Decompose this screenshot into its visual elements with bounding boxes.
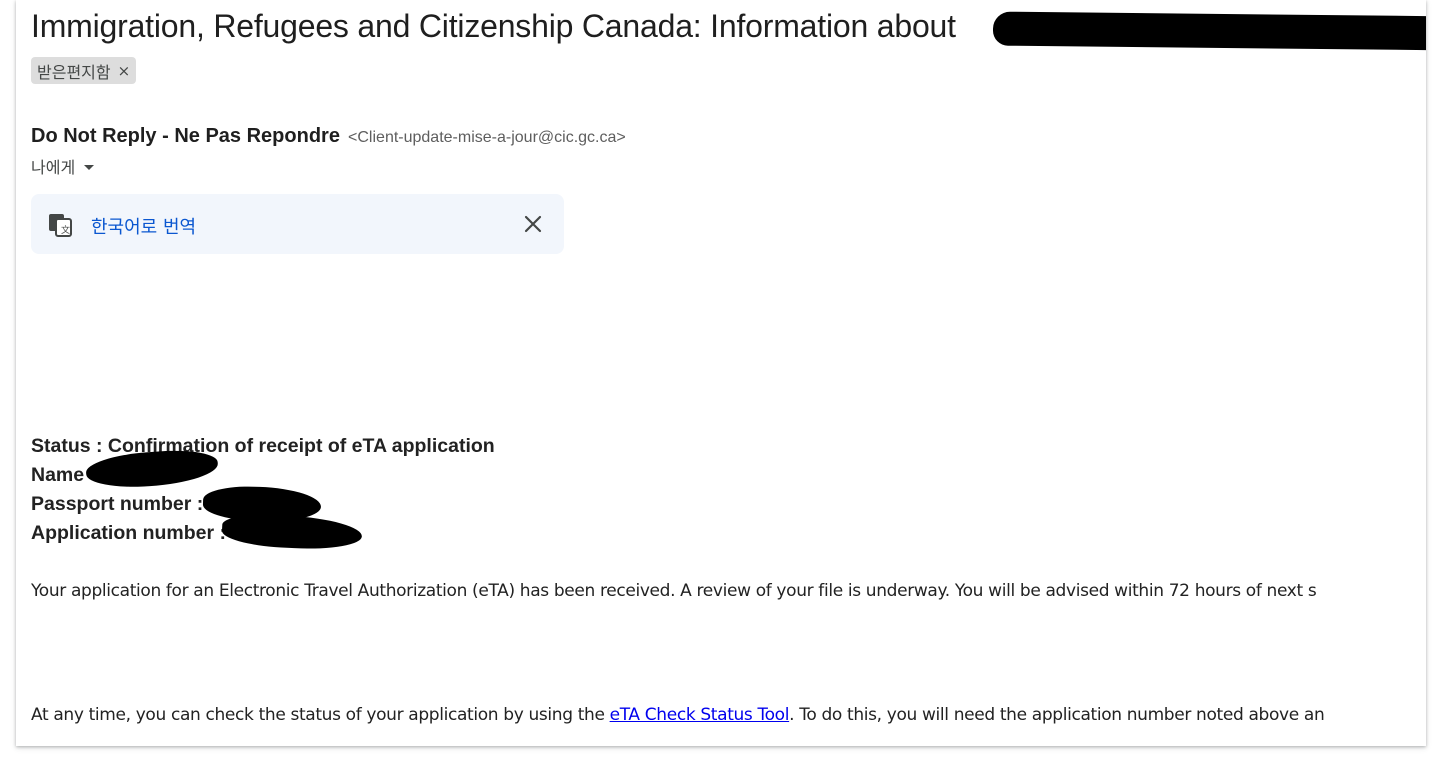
email-subject: Immigration, Refugees and Citizenship Ca… — [31, 8, 956, 45]
svg-text:文: 文 — [61, 224, 70, 236]
translate-banner: G 文 한국어로 번역 — [31, 194, 564, 254]
email-view: Immigration, Refugees and Citizenship Ca… — [16, 0, 1426, 746]
chevron-down-icon[interactable] — [84, 164, 95, 170]
status-line: Status : Confirmation of receipt of eTA … — [31, 435, 495, 457]
subject-redaction — [992, 11, 1426, 51]
label-chip-text: 받은편지함 — [37, 62, 111, 82]
label-chip-inbox[interactable]: 받은편지함 × — [31, 57, 137, 84]
subject-text: Immigration, Refugees and Citizenship Ca… — [31, 8, 956, 44]
paragraph-text: Your application for an Electronic Trave… — [31, 581, 1317, 601]
close-icon[interactable] — [521, 212, 545, 236]
paragraph-text: . To do this, you will need the applicat… — [789, 705, 1325, 725]
recipient-text: 나에게 — [31, 158, 76, 177]
body-paragraph-received: Your application for an Electronic Trave… — [31, 581, 1317, 601]
translate-link[interactable]: 한국어로 번역 — [91, 213, 196, 239]
translate-icon: G 文 — [49, 214, 72, 237]
sender-line: Do Not Reply - Ne Pas Repondre <Client-u… — [31, 125, 626, 148]
eta-check-status-link[interactable]: eTA Check Status Tool — [610, 705, 790, 725]
body-paragraph-check-status: At any time, you can check the status of… — [31, 705, 1325, 725]
recipient-details-toggle[interactable]: 나에게 — [31, 154, 95, 178]
sender-name[interactable]: Do Not Reply - Ne Pas Repondre — [31, 125, 340, 147]
paragraph-text: At any time, you can check the status of… — [31, 705, 610, 725]
label-remove-icon[interactable]: × — [118, 62, 131, 80]
sender-email: <Client-update-mise-a-jour@cic.gc.ca> — [348, 129, 626, 146]
